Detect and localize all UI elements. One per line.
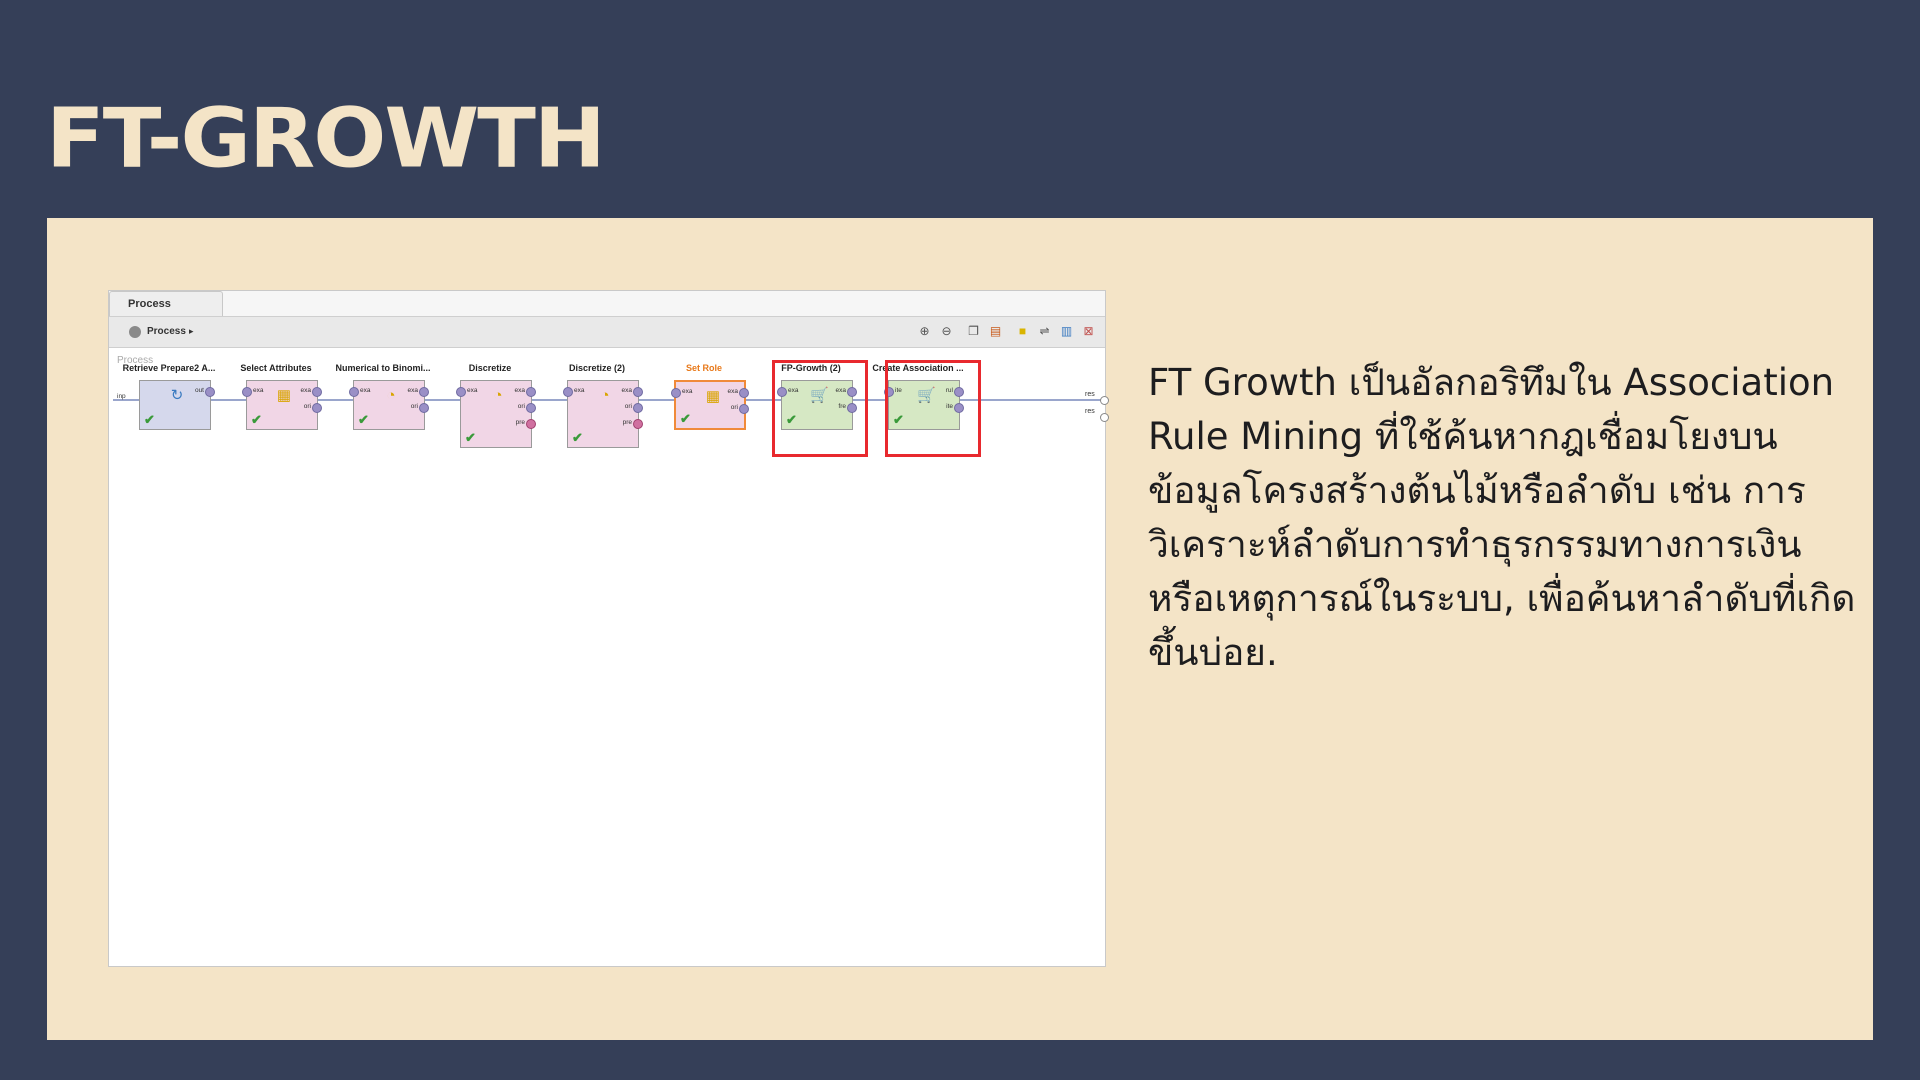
status-check-icon: ✔: [251, 412, 262, 427]
zoom-in-icon[interactable]: ⊕: [917, 324, 932, 339]
auto-wire-icon[interactable]: ⇌: [1037, 324, 1052, 339]
result-port[interactable]: [1100, 396, 1109, 405]
output-port-label: ori: [410, 403, 418, 410]
operator-node[interactable]: Discretize exa exa ori pre ◔ ✔: [438, 363, 542, 463]
operator-box[interactable]: exa exa ori ◔ ✔: [349, 380, 429, 430]
output-port-label: exa: [514, 387, 525, 394]
output-port[interactable]: [633, 387, 643, 397]
output-port[interactable]: [633, 419, 643, 429]
operator-node[interactable]: Retrieve Prepare2 A... out ↻ ✔: [117, 363, 221, 463]
output-port-label: exa: [621, 387, 632, 394]
description-text: FT Growth เป็นอัลกอริทึมใน Association R…: [1148, 361, 1856, 674]
operator-title: Numerical to Binomi...: [335, 363, 431, 373]
operator-node[interactable]: Set Role exa exa ori ▦ ✔: [652, 363, 756, 463]
operator-box[interactable]: out ↻ ✔: [139, 380, 215, 430]
tab-bar: Process: [109, 291, 1105, 317]
operator-node[interactable]: Numerical to Binomi... exa exa ori ◔ ✔: [331, 363, 435, 463]
operator-title: Retrieve Prepare2 A...: [122, 363, 216, 373]
output-port-label: exa: [407, 387, 418, 394]
output-port-label: exa: [300, 387, 311, 394]
status-check-icon: ✔: [144, 412, 155, 427]
result-port-label: res: [1085, 391, 1095, 398]
operator-box[interactable]: exa exa ori ▦ ✔: [242, 380, 322, 430]
output-port-label: ori: [303, 403, 311, 410]
operator-title: Select Attributes: [240, 363, 312, 373]
result-port-label: res: [1085, 408, 1095, 415]
discretize-icon: ◔: [493, 387, 503, 404]
layout-icon[interactable]: ▥: [1059, 324, 1074, 339]
operator-title: Discretize: [468, 363, 512, 373]
operator-title: Set Role: [685, 363, 722, 373]
operator-box[interactable]: exa exa ori pre ◔ ✔: [563, 380, 643, 448]
output-port[interactable]: [739, 388, 749, 398]
status-check-icon: ✔: [358, 412, 369, 427]
input-port[interactable]: [242, 387, 252, 397]
output-port-label: ori: [730, 404, 738, 411]
output-port[interactable]: [633, 403, 643, 413]
output-port[interactable]: [526, 387, 536, 397]
status-check-icon: ✔: [680, 411, 691, 426]
set-role-icon: ▦: [705, 388, 721, 405]
output-port[interactable]: [526, 403, 536, 413]
input-port[interactable]: [349, 387, 359, 397]
table-icon: ▦: [276, 387, 292, 404]
input-port-label: exa: [467, 387, 478, 394]
retrieve-icon: ↻: [170, 387, 184, 404]
input-port[interactable]: [563, 387, 573, 397]
input-port-label: exa: [682, 388, 693, 395]
convert-icon: ◔: [386, 387, 396, 404]
output-port[interactable]: [312, 403, 322, 413]
tab-process[interactable]: Process: [109, 291, 223, 316]
process-circle-icon: [129, 326, 141, 338]
operator-box[interactable]: exa exa ori ▦ ✔: [671, 380, 749, 430]
output-port-label: ori: [517, 403, 525, 410]
input-port-label: exa: [360, 387, 371, 394]
output-port[interactable]: [419, 403, 429, 413]
status-check-icon: ✔: [572, 430, 583, 445]
input-port-label: exa: [574, 387, 585, 394]
output-port[interactable]: [739, 404, 749, 414]
paste-icon[interactable]: ▤: [988, 324, 1003, 339]
input-port[interactable]: [456, 387, 466, 397]
output-port-label: exa: [727, 388, 738, 395]
note-icon[interactable]: ■: [1015, 324, 1030, 339]
result-port[interactable]: [1100, 413, 1109, 422]
process-toolbar: Process ▸ ⊕ ⊖ ❐ ▤ ■ ⇌ ▥ ⊠: [109, 317, 1105, 348]
output-port[interactable]: [419, 387, 429, 397]
discretize-icon: ◔: [600, 387, 610, 404]
fit-icon[interactable]: ⊠: [1081, 324, 1096, 339]
slide-title: FT-GROWTH: [46, 91, 606, 187]
highlight-box-create-association: [885, 360, 981, 457]
output-port-label: ori: [624, 403, 632, 410]
breadcrumb[interactable]: Process: [147, 326, 186, 337]
operator-box[interactable]: exa exa ori pre ◔ ✔: [456, 380, 536, 448]
output-port[interactable]: [526, 419, 536, 429]
copy-icon[interactable]: ❐: [966, 324, 981, 339]
highlight-box-fp-growth: [772, 360, 868, 457]
breadcrumb-arrow-icon[interactable]: ▸: [189, 326, 194, 337]
output-port-label: pre: [622, 419, 632, 426]
output-port[interactable]: [205, 387, 215, 397]
operator-node[interactable]: Select Attributes exa exa ori ▦ ✔: [224, 363, 328, 463]
status-check-icon: ✔: [465, 430, 476, 445]
input-port-label: exa: [253, 387, 264, 394]
operator-title: Discretize (2): [568, 363, 626, 373]
output-port-label: pre: [515, 419, 525, 426]
output-port[interactable]: [312, 387, 322, 397]
input-port[interactable]: [671, 388, 681, 398]
operator-node[interactable]: Discretize (2) exa exa ori pre ◔ ✔: [545, 363, 649, 463]
output-port-label: out: [194, 387, 204, 394]
zoom-out-icon[interactable]: ⊖: [939, 324, 954, 339]
